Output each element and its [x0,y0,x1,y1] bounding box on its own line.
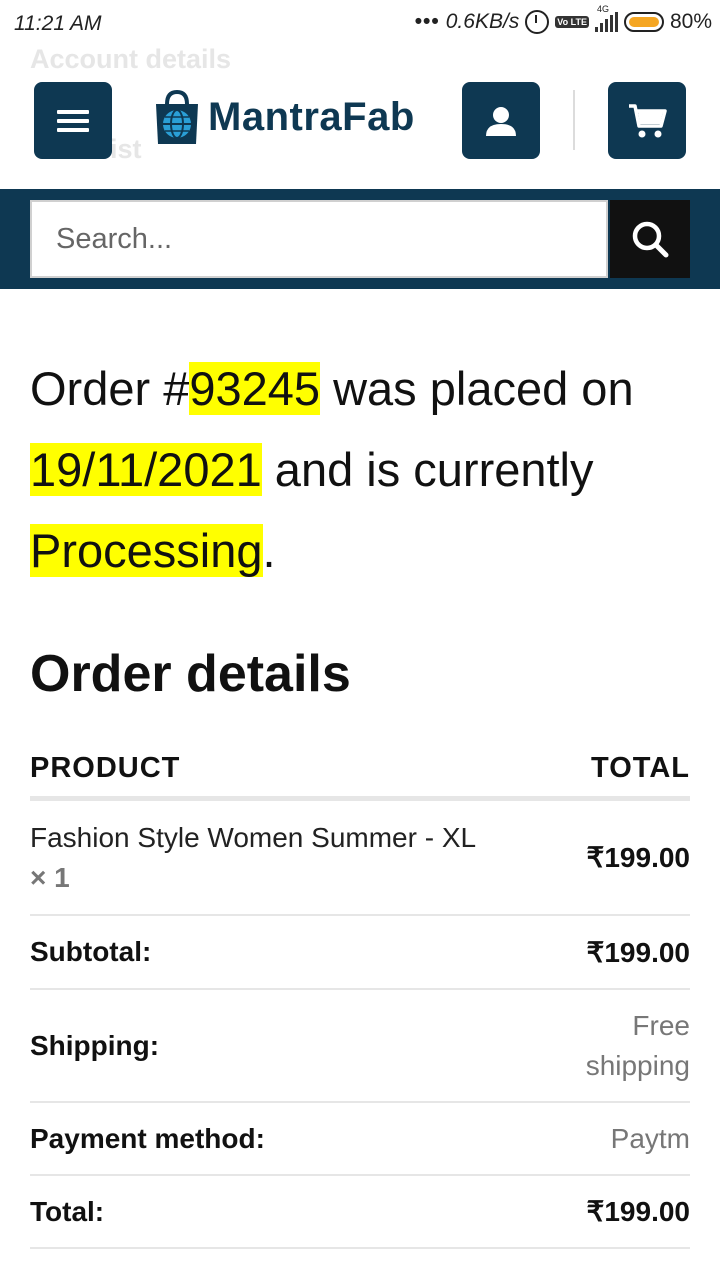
order-suffix: . [262,524,276,577]
more-dots-icon: ••• [414,10,440,33]
status-bar: 11:21 AM ••• 0.6KB/s Vo LTE 4G 80% [0,0,720,48]
shopping-bag-globe-icon [156,89,198,144]
product-quantity: × 1 [30,861,70,893]
subtotal-label: Subtotal: [30,936,152,967]
total-label: Total: [30,1195,105,1227]
brand-name: MantraFab [208,94,415,139]
table-row-total: Total: ₹199.00 [30,1176,690,1249]
table-row-product: Fashion Style Women Summer - XL × 1 ₹199… [30,801,690,916]
search-button[interactable] [610,200,690,278]
column-total: TOTAL [591,751,690,784]
order-number: 93245 [189,362,321,415]
alarm-icon [525,10,550,34]
ghost-list: ist [110,134,142,164]
volte-icon: Vo LTE [555,16,589,28]
table-row-subtotal: Subtotal: ₹199.00 [30,916,690,990]
order-status: Processing [30,524,263,577]
brand-logo[interactable]: MantraFab [152,88,415,146]
signal-icon: 4G [594,4,618,32]
order-details-heading: Order details [30,645,351,703]
network-type: 4G [596,4,609,14]
shipping-value: Free shipping [585,1009,690,1081]
table-row-payment-method: Payment method: Paytm [30,1103,690,1176]
user-icon [486,106,516,136]
order-details-table: PRODUCT TOTAL Fashion Style Women Summer… [30,740,690,1249]
order-status-text: and is currently [261,443,594,496]
cart-button[interactable] [608,82,686,159]
shipping-label: Shipping: [30,1029,160,1061]
order-date: 19/11/2021 [30,443,262,496]
status-icons: ••• 0.6KB/s Vo LTE 4G 80% [414,4,712,34]
subtotal-value: ₹199.00 [586,936,690,968]
order-summary-text: Order #93245 was placed on 19/11/2021 an… [30,348,700,591]
order-placed-text: was placed on [320,362,634,415]
account-button[interactable] [462,82,540,159]
cart-icon [629,103,667,137]
total-value: ₹199.00 [586,1196,690,1227]
product-name-link[interactable]: Fashion Style Women Summer - XL [30,822,476,853]
battery-percent: 80% [669,10,712,33]
ghost-account-details: Account details [30,44,232,74]
order-prefix: Order # [30,362,190,415]
header-divider [573,90,575,150]
search-icon [632,221,669,258]
payment-method-value: Paytm [610,1122,690,1154]
status-time: 11:21 AM [14,12,102,35]
network-speed: 0.6KB/s [445,10,520,33]
battery-icon [623,12,664,32]
menu-button[interactable] [34,82,112,159]
product-total: ₹199.00 [586,842,690,873]
hamburger-menu-icon [57,105,89,137]
product-cell: Fashion Style Women Summer - XL × 1 [30,818,490,898]
column-product: PRODUCT [30,751,181,784]
table-row-shipping: Shipping: Free shipping [30,990,690,1103]
payment-method-label: Payment method: [30,1122,265,1154]
table-header: PRODUCT TOTAL [30,740,690,801]
search-input[interactable] [30,200,608,278]
